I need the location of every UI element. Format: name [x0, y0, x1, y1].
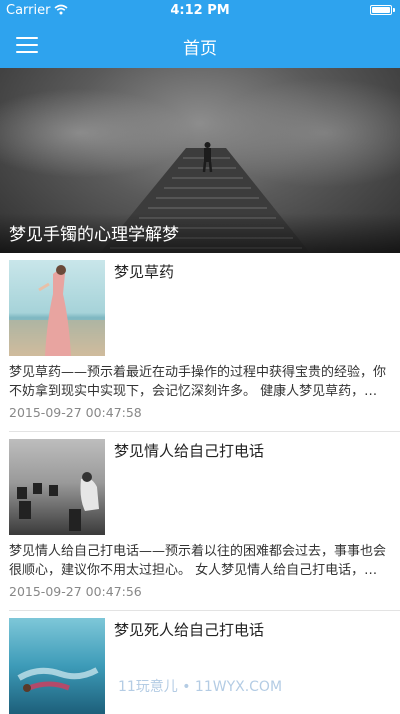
nav-bar: 首页 — [0, 22, 400, 68]
article-summary: 梦见情人给自己打电话——预示着以往的困难都会过去，事事也会很顺心，建议你不用太过… — [9, 544, 387, 578]
article-thumbnail — [9, 618, 105, 714]
article-date: 2015-09-27 00:47:56 — [9, 584, 142, 599]
battery-icon — [370, 5, 395, 15]
article-thumbnail — [9, 439, 105, 535]
article-item[interactable]: 梦见情人给自己打电话 梦见情人给自己打电话——预示着以往的困难都会过去，事事也会… — [0, 432, 400, 612]
status-bar: Carrier 4:12 PM — [0, 0, 400, 22]
article-title: 梦见情人给自己打电话 — [114, 442, 265, 460]
article-thumbnail — [9, 260, 105, 356]
page-title: 首页 — [183, 39, 217, 59]
clock: 4:12 PM — [170, 3, 230, 18]
article-summary: 梦见草药——预示着最近在动手操作的过程中获得宝贵的经验，你不妨拿到现实中实现下，… — [9, 365, 387, 399]
article-item[interactable]: 梦见草药 梦见草药——预示着最近在动手操作的过程中获得宝贵的经验，你不妨拿到现实… — [0, 253, 400, 433]
article-title: 梦见死人给自己打电话 — [114, 621, 265, 639]
hero-banner[interactable]: 梦见手镯的心理学解梦 — [0, 68, 400, 253]
article-date: 2015-09-27 00:47:58 — [9, 405, 142, 420]
watermark: 11玩意儿 • 11WYX.COM — [117, 679, 283, 695]
article-title: 梦见草药 — [114, 263, 175, 281]
hero-title: 梦见手镯的心理学解梦 — [9, 225, 179, 245]
hero-caption: 梦见手镯的心理学解梦 — [0, 213, 400, 253]
